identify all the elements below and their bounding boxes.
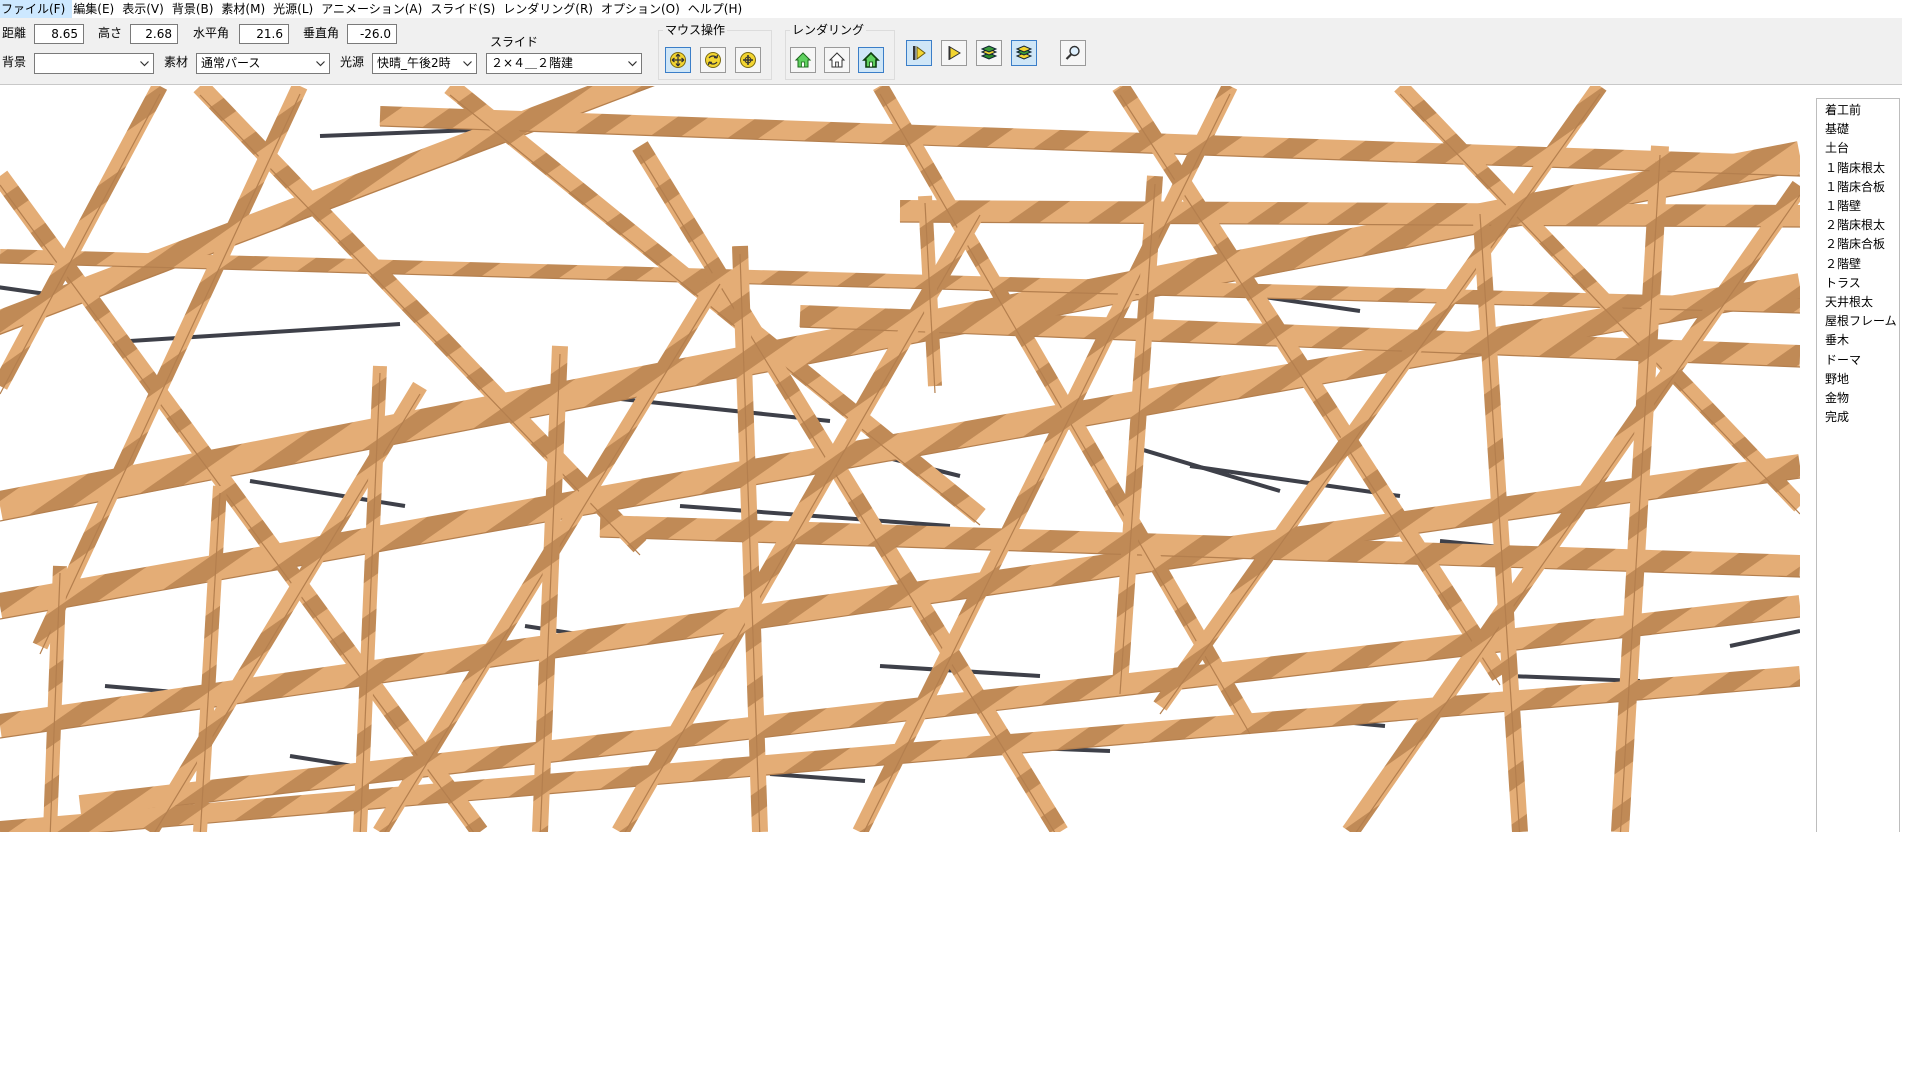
mouse-group-label: マウス操作 <box>663 23 728 37</box>
wood-member <box>1342 180 1800 832</box>
steel-brace <box>129 322 401 343</box>
wood-member <box>444 86 986 523</box>
slide-list-item[interactable]: 屋根フレーム <box>1817 312 1899 331</box>
steel-brace <box>769 772 866 783</box>
wood-member-edge <box>0 262 1800 314</box>
render-viewport[interactable] <box>0 86 1800 832</box>
layers-stack-icon <box>1015 45 1033 60</box>
slide-list-item[interactable]: トラス <box>1817 274 1899 293</box>
slide-list-item[interactable]: 着工前 <box>1817 101 1899 120</box>
slide-list-item[interactable]: ドーマ <box>1817 351 1899 370</box>
background-select[interactable] <box>34 53 154 74</box>
layers-icon <box>980 45 998 60</box>
slide-list-item[interactable]: 基礎 <box>1817 120 1899 139</box>
slide-list-panel: 着工前 基礎 土台 １階床根太 １階床合板 １階壁 ２階床根太 ２階床合板 ２階壁 トラス 天井根太… <box>1816 98 1900 832</box>
rendering-group: レンダリング <box>785 23 895 80</box>
move-button[interactable] <box>665 47 691 73</box>
material-select[interactable]: 通常パース <box>196 53 330 74</box>
vertical-angle-label: 垂直角 <box>303 26 340 40</box>
layers-button[interactable] <box>976 40 1002 66</box>
menu-item[interactable]: 編集(E) <box>72 0 121 18</box>
horizontal-angle-label: 水平角 <box>193 26 230 40</box>
background-label: 背景 <box>2 55 27 69</box>
slide-group-label: スライド <box>490 35 539 49</box>
steel-brace <box>1129 444 1281 493</box>
wood-member <box>379 106 1800 176</box>
slide-list-item[interactable]: 金物 <box>1817 389 1899 408</box>
layers-stack-button[interactable] <box>1011 40 1037 66</box>
magnifier-button[interactable] <box>1060 40 1086 66</box>
horizontal-angle-field[interactable] <box>239 24 289 44</box>
height-label: 高さ <box>98 26 123 40</box>
play-button[interactable] <box>941 40 967 66</box>
render-outline-button[interactable] <box>824 47 850 73</box>
slide-list-item[interactable]: １階床合板 <box>1817 178 1899 197</box>
distance-label: 距離 <box>2 26 27 40</box>
menu-item[interactable]: ファイル(F) <box>0 0 73 18</box>
chevron-down-icon <box>459 55 475 72</box>
menu-item[interactable]: レンダリング(R) <box>502 0 600 18</box>
play-icon <box>948 46 961 60</box>
slide-list-item[interactable]: 野地 <box>1817 370 1899 389</box>
slide-list-item[interactable]: 垂木 <box>1817 331 1899 350</box>
toolbar: 距離 高さ 水平角 垂直角 背景 素材 通常パース 光源 快晴_午後2時 スライ… <box>0 18 1902 85</box>
height-field[interactable] <box>130 24 178 44</box>
menu-item[interactable]: ヘルプ(H) <box>687 0 749 18</box>
wood-member <box>0 249 1800 313</box>
slide-select-value: ２×４＿２階建 <box>491 56 574 70</box>
house-green-icon <box>794 52 812 68</box>
chevron-down-icon <box>136 55 152 72</box>
slide-list-item[interactable]: １階壁 <box>1817 197 1899 216</box>
house-outline-icon <box>828 52 846 68</box>
rendering-group-label: レンダリング <box>790 23 867 37</box>
distance-field[interactable] <box>34 24 84 44</box>
vertical-angle-field[interactable] <box>347 24 397 44</box>
menu-item[interactable]: 素材(M) <box>220 0 272 18</box>
menu-item[interactable]: 背景(B) <box>171 0 221 18</box>
slide-list: 着工前 基礎 土台 １階床根太 １階床合板 １階壁 ２階床根太 ２階床合板 ２階壁 トラス 天井根太… <box>1817 99 1899 427</box>
play-step-icon <box>913 46 926 60</box>
move-icon <box>670 52 686 68</box>
slide-select[interactable]: ２×４＿２階建 <box>486 53 642 74</box>
menu-item[interactable]: スライド(S) <box>429 0 502 18</box>
magnifier-icon <box>1065 45 1080 60</box>
chevron-down-icon <box>624 55 640 72</box>
menu-bar: ファイル(F) 編集(E) 表示(V) 背景(B) 素材(M) 光源(L) アニメーション(… <box>0 0 1902 18</box>
slide-list-item[interactable]: ２階壁 <box>1817 255 1899 274</box>
slide-list-item[interactable]: ２階床合板 <box>1817 235 1899 254</box>
zoom-button[interactable] <box>735 47 761 73</box>
wood-member-edge <box>1159 93 1601 715</box>
house-framed-icon <box>862 51 880 68</box>
slide-list-item[interactable]: １階床根太 <box>1817 159 1899 178</box>
rotate-button[interactable] <box>700 47 726 73</box>
rotate-icon <box>705 52 721 68</box>
slide-list-item[interactable]: 土台 <box>1817 139 1899 158</box>
step-play-button[interactable] <box>906 40 932 66</box>
render-frame-button[interactable] <box>858 47 884 73</box>
render-exterior-button[interactable] <box>790 47 816 73</box>
zoom-icon <box>740 52 756 68</box>
menu-item[interactable]: 光源(L) <box>272 0 320 18</box>
slide-list-item[interactable]: 天井根太 <box>1817 293 1899 312</box>
material-label: 素材 <box>164 55 189 69</box>
chevron-down-icon <box>312 55 328 72</box>
light-select[interactable]: 快晴_午後2時 <box>372 53 477 74</box>
mouse-operation-group: マウス操作 <box>658 23 772 80</box>
light-select-value: 快晴_午後2時 <box>377 56 451 70</box>
slide-list-item[interactable]: ２階床根太 <box>1817 216 1899 235</box>
menu-item[interactable]: オプション(O) <box>600 0 687 18</box>
steel-brace <box>1729 629 1800 648</box>
menu-item[interactable]: アニメーション(A) <box>320 0 429 18</box>
wood-member-group <box>0 86 1800 832</box>
truss-frame-render <box>0 86 1800 832</box>
wood-member <box>0 454 1800 738</box>
slide-list-item[interactable]: 完成 <box>1817 408 1899 427</box>
light-label: 光源 <box>340 55 365 69</box>
menu-item[interactable]: 表示(V) <box>121 0 171 18</box>
material-select-value: 通常パース <box>201 56 261 70</box>
